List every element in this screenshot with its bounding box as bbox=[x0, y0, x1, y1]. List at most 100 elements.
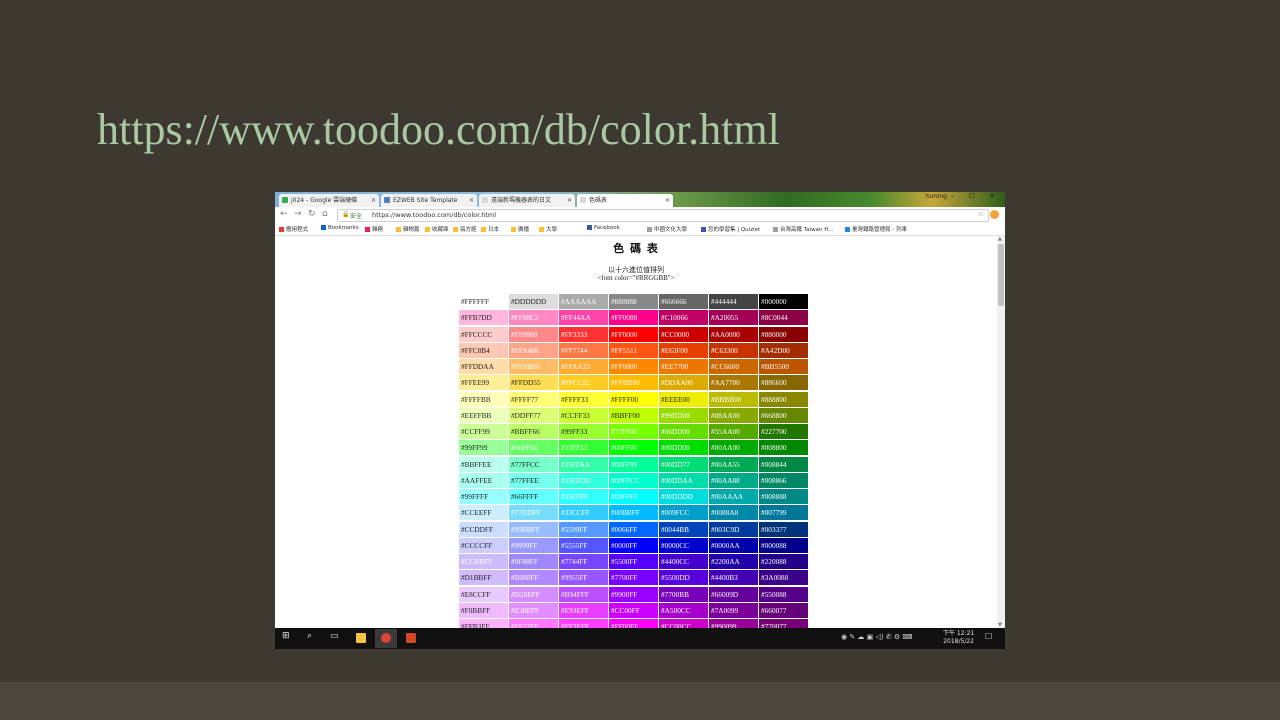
search-icon[interactable]: ⌕ bbox=[307, 631, 312, 641]
color-cell: #00DDDD bbox=[659, 489, 708, 504]
bookmark-item[interactable]: 廣播 bbox=[511, 225, 529, 233]
bookmark-label: 大學 bbox=[546, 227, 558, 233]
bookmark-item[interactable]: Bookmarks bbox=[321, 225, 359, 231]
reload-icon[interactable]: ↻ bbox=[308, 209, 316, 219]
bookmark-item[interactable]: 您的學習集 | Quizlet bbox=[701, 225, 760, 233]
task-view-icon[interactable]: ▭ bbox=[330, 631, 339, 641]
color-cell: #5555FF bbox=[559, 537, 608, 553]
color-cell: #AA7700 bbox=[709, 375, 758, 391]
bookmark-icon bbox=[279, 227, 284, 232]
close-icon[interactable]: ✕ bbox=[567, 194, 572, 207]
color-cell: #003C9D bbox=[709, 521, 758, 537]
color-cell: #008866 bbox=[759, 472, 808, 488]
url-text[interactable]: https://www.toodoo.com/db/color.html bbox=[372, 211, 496, 219]
color-cell: #A42D00 bbox=[759, 342, 808, 358]
scroll-up-icon[interactable]: ▲ bbox=[998, 236, 1002, 242]
bookmark-icon bbox=[701, 227, 706, 232]
page-scrollbar[interactable]: ▲ ▼ bbox=[997, 236, 1005, 628]
bookmark-item[interactable]: 臺灣鐵路管理局 - 列車 bbox=[845, 225, 907, 233]
bookmark-label: 廣播 bbox=[518, 227, 530, 233]
extension-icon[interactable] bbox=[990, 210, 999, 219]
browser-tab[interactable]: EZWEB Site Template ✕ bbox=[381, 194, 477, 207]
bookmark-item[interactable]: 應用程式 bbox=[279, 225, 308, 233]
start-icon[interactable]: ⊞ bbox=[282, 631, 290, 641]
color-cell: #66009D bbox=[709, 586, 758, 602]
bookmark-item[interactable]: 大學 bbox=[539, 225, 557, 233]
file-explorer-taskbar-button[interactable] bbox=[350, 629, 372, 648]
bookmark-item[interactable]: 台灣高鐵 Taiwan H... bbox=[773, 225, 833, 233]
bookmark-label: 雜務 bbox=[372, 227, 384, 233]
color-cell: #FFFF00 bbox=[609, 391, 658, 407]
bookmark-item[interactable]: 搞方經 bbox=[453, 225, 477, 233]
color-cell: #0000FF bbox=[609, 537, 658, 553]
bookmark-item[interactable]: 雜物篇 bbox=[396, 225, 420, 233]
color-cell: #00AAAA bbox=[709, 489, 758, 504]
color-cell: #7700BB bbox=[659, 586, 708, 602]
color-cell: #660077 bbox=[759, 602, 808, 618]
color-cell: #CC00FF bbox=[609, 602, 658, 618]
back-icon[interactable]: ← bbox=[280, 209, 288, 219]
color-cell: #007799 bbox=[759, 505, 808, 521]
color-cell: #FFFFBB bbox=[459, 391, 508, 407]
powerpoint-taskbar-button[interactable] bbox=[400, 629, 422, 648]
chrome-icon bbox=[381, 633, 391, 643]
browser-tab-active[interactable]: 色碼表 ✕ bbox=[577, 194, 673, 207]
color-cell: #008888 bbox=[759, 489, 808, 504]
tab-label: 色碼表 bbox=[589, 197, 608, 204]
close-icon[interactable]: ✕ bbox=[371, 194, 376, 207]
color-cell: #00FF99 bbox=[609, 456, 658, 472]
color-cell: #77DDFF bbox=[509, 505, 558, 521]
window-user-label[interactable]: Yuming bbox=[925, 193, 947, 200]
slide-title: https://www.toodoo.com/db/color.html bbox=[97, 105, 780, 154]
color-cell: #888888 bbox=[609, 294, 658, 309]
browser-tab[interactable]: j024 - Google 雲端硬碟 ✕ bbox=[279, 194, 379, 207]
color-cell: #33FFFF bbox=[559, 489, 608, 504]
browser-tab[interactable]: 遠端新瑪機器表的日文 ✕ bbox=[479, 194, 575, 207]
color-cell: #3A0088 bbox=[759, 570, 808, 586]
browser-tab-strip: j024 - Google 雲端硬碟 ✕ EZWEB Site Template… bbox=[275, 192, 1005, 207]
bookmark-icon bbox=[511, 227, 516, 232]
color-cell: #33FF33 bbox=[559, 440, 608, 456]
color-cell: #9955FF bbox=[559, 570, 608, 586]
color-cell: #00DD77 bbox=[659, 456, 708, 472]
lock-icon: 🔒 bbox=[342, 211, 350, 218]
bookmark-item[interactable]: Facebook bbox=[587, 225, 620, 231]
bookmark-label: 雜物篇 bbox=[403, 227, 420, 233]
color-cell: #E93EFF bbox=[559, 602, 608, 618]
taskbar-clock[interactable]: 下午 12:21 2018/5/22 bbox=[943, 630, 974, 646]
close-icon[interactable]: ✕ bbox=[665, 194, 670, 207]
window-controls[interactable]: – ☐ ✕ bbox=[951, 192, 1001, 200]
page-icon bbox=[384, 197, 390, 203]
color-cell: #B94FFF bbox=[559, 586, 608, 602]
bookmark-star-icon[interactable]: ☆ bbox=[978, 210, 984, 218]
bookmark-item[interactable]: 中國文化大學 bbox=[647, 225, 687, 233]
color-cell: #0044BB bbox=[659, 521, 708, 537]
web-page: 色 碼 表 以十六進位值排列 <font color="#RRGGBB"> #F… bbox=[275, 236, 997, 634]
bookmark-label: Bookmarks bbox=[328, 225, 359, 231]
bookmark-item[interactable]: 雜務 bbox=[365, 225, 383, 233]
color-cell: #FFBB00 bbox=[609, 375, 658, 391]
bookmark-item[interactable]: 日本 bbox=[481, 225, 499, 233]
color-cell: #00FFCC bbox=[609, 472, 658, 488]
color-cell: #444444 bbox=[709, 294, 758, 309]
system-tray-icons[interactable]: ◉ ✎ ☁ ▣ ◁) ✆ ⚙ ⌨ bbox=[841, 633, 913, 641]
color-cell: #7744FF bbox=[559, 554, 608, 569]
color-cell: #AAAAAA bbox=[559, 294, 608, 309]
clock-date: 2018/5/22 bbox=[943, 638, 974, 645]
color-cell: #CCFF99 bbox=[459, 424, 508, 439]
color-cell: #A500CC bbox=[659, 602, 708, 618]
color-cell: #66FF66 bbox=[509, 440, 558, 456]
color-cell: #FFB7DD bbox=[459, 310, 508, 326]
color-cell: #EEFFBB bbox=[459, 407, 508, 423]
color-cell: #220088 bbox=[759, 554, 808, 569]
bookmark-icon bbox=[365, 227, 370, 232]
close-icon[interactable]: ✕ bbox=[469, 194, 474, 207]
address-bar[interactable]: 🔒 安全 https://www.toodoo.com/db/color.htm… bbox=[337, 209, 989, 222]
color-cell: #DDAA00 bbox=[659, 375, 708, 391]
bookmark-item[interactable]: 收藏庫 bbox=[425, 225, 449, 233]
chrome-taskbar-button[interactable] bbox=[375, 629, 397, 648]
notification-icon[interactable]: ☐ bbox=[985, 632, 992, 641]
home-icon[interactable]: ⌂ bbox=[322, 209, 328, 219]
forward-icon[interactable]: → bbox=[294, 209, 302, 219]
scroll-thumb[interactable] bbox=[998, 244, 1004, 306]
